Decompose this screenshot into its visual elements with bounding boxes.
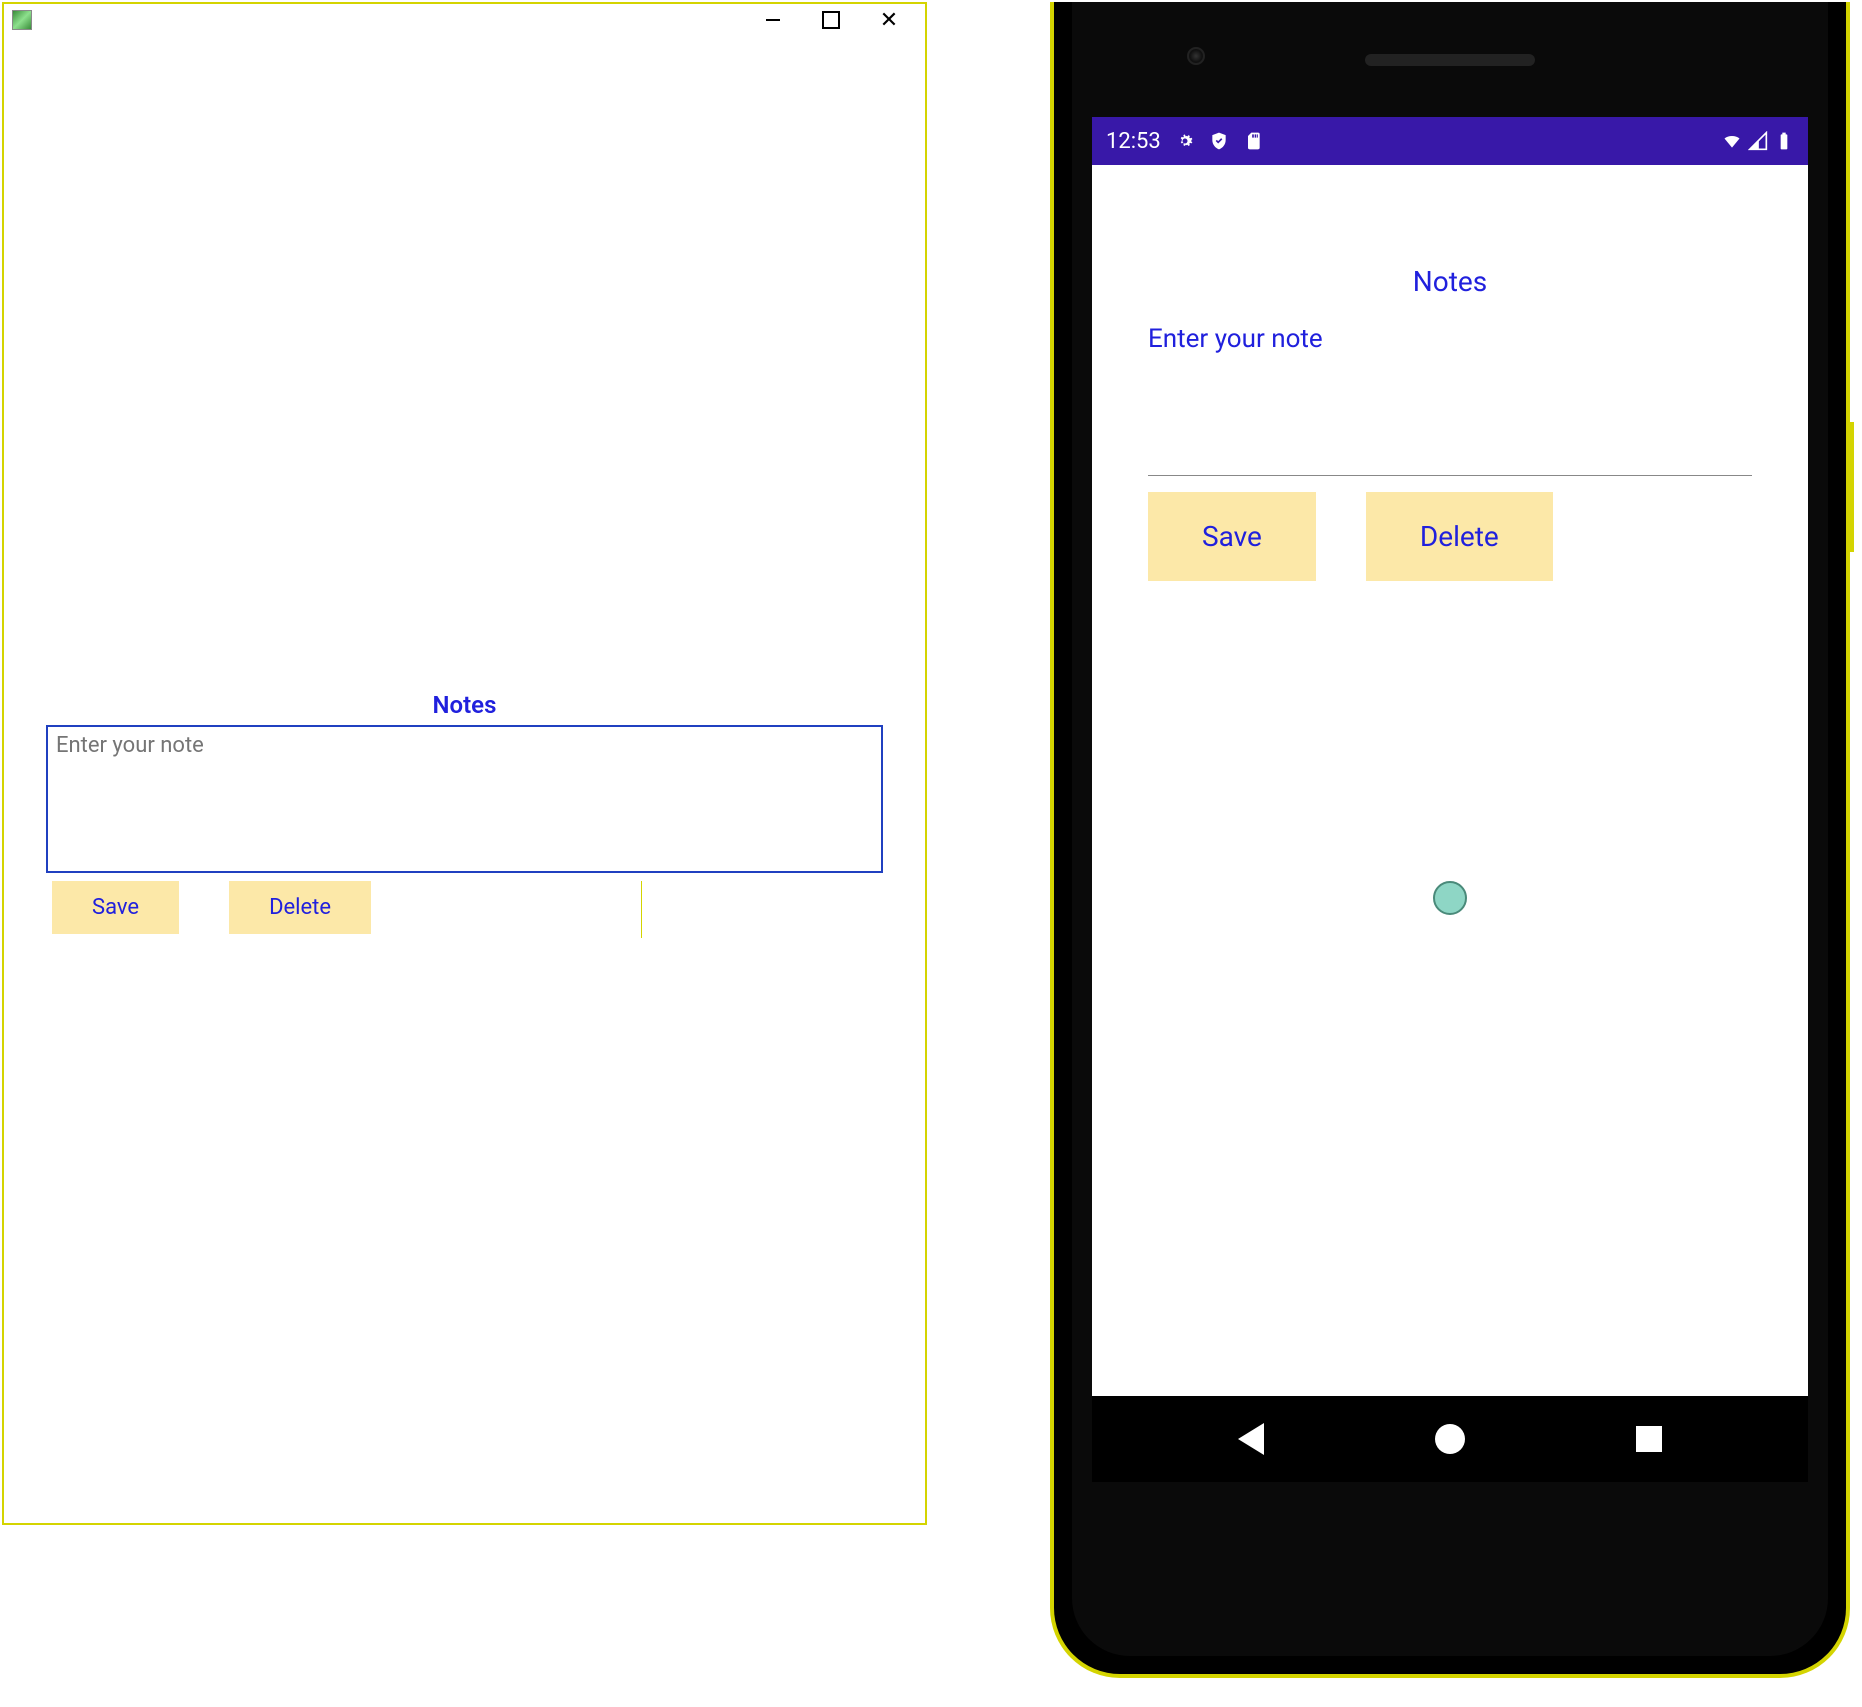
phone-camera-icon bbox=[1187, 47, 1205, 65]
phone-speaker-icon bbox=[1365, 54, 1535, 66]
signal-icon bbox=[1748, 131, 1768, 151]
page-title: Notes bbox=[4, 691, 925, 719]
sd-card-icon bbox=[1243, 131, 1263, 151]
gear-icon bbox=[1175, 131, 1195, 151]
phone-screen: 12:53 bbox=[1092, 117, 1808, 1482]
desktop-window: ✕ Notes Save Delete bbox=[2, 2, 927, 1525]
maximize-button[interactable] bbox=[811, 6, 851, 34]
button-row: Save Delete bbox=[52, 881, 925, 938]
recents-button[interactable] bbox=[1636, 1426, 1662, 1452]
note-editor[interactable] bbox=[1148, 460, 1752, 476]
phone-content: Notes Enter your note Save Delete bbox=[1092, 165, 1808, 1396]
save-button[interactable]: Save bbox=[52, 881, 179, 934]
delete-button[interactable]: Delete bbox=[229, 881, 371, 934]
home-button[interactable] bbox=[1435, 1424, 1465, 1454]
save-button[interactable]: Save bbox=[1148, 492, 1316, 581]
shield-icon bbox=[1209, 131, 1229, 151]
battery-icon bbox=[1774, 131, 1794, 151]
wifi-icon bbox=[1722, 131, 1742, 151]
note-editor[interactable] bbox=[46, 725, 883, 873]
phone-bezel-top bbox=[1092, 2, 1808, 117]
note-editor-hint: Enter your note bbox=[1148, 324, 1752, 354]
page-title: Notes bbox=[1148, 265, 1752, 298]
button-row: Save Delete bbox=[1148, 492, 1752, 581]
delete-button[interactable]: Delete bbox=[1366, 492, 1553, 581]
titlebar[interactable]: ✕ bbox=[4, 4, 925, 36]
phone-device: 12:53 bbox=[1050, 2, 1850, 1678]
android-nav-bar bbox=[1092, 1396, 1808, 1482]
window-controls: ✕ bbox=[753, 6, 921, 34]
phone-power-button bbox=[1846, 422, 1854, 552]
minimize-button[interactable] bbox=[753, 6, 793, 34]
close-button[interactable]: ✕ bbox=[869, 6, 909, 34]
desktop-body: Notes Save Delete bbox=[4, 691, 925, 938]
app-icon bbox=[12, 10, 32, 30]
status-bar: 12:53 bbox=[1092, 117, 1808, 165]
touch-indicator-icon bbox=[1433, 881, 1467, 915]
back-button[interactable] bbox=[1238, 1423, 1264, 1455]
phone-frame: 12:53 bbox=[1072, 2, 1828, 1656]
status-time: 12:53 bbox=[1106, 129, 1161, 154]
